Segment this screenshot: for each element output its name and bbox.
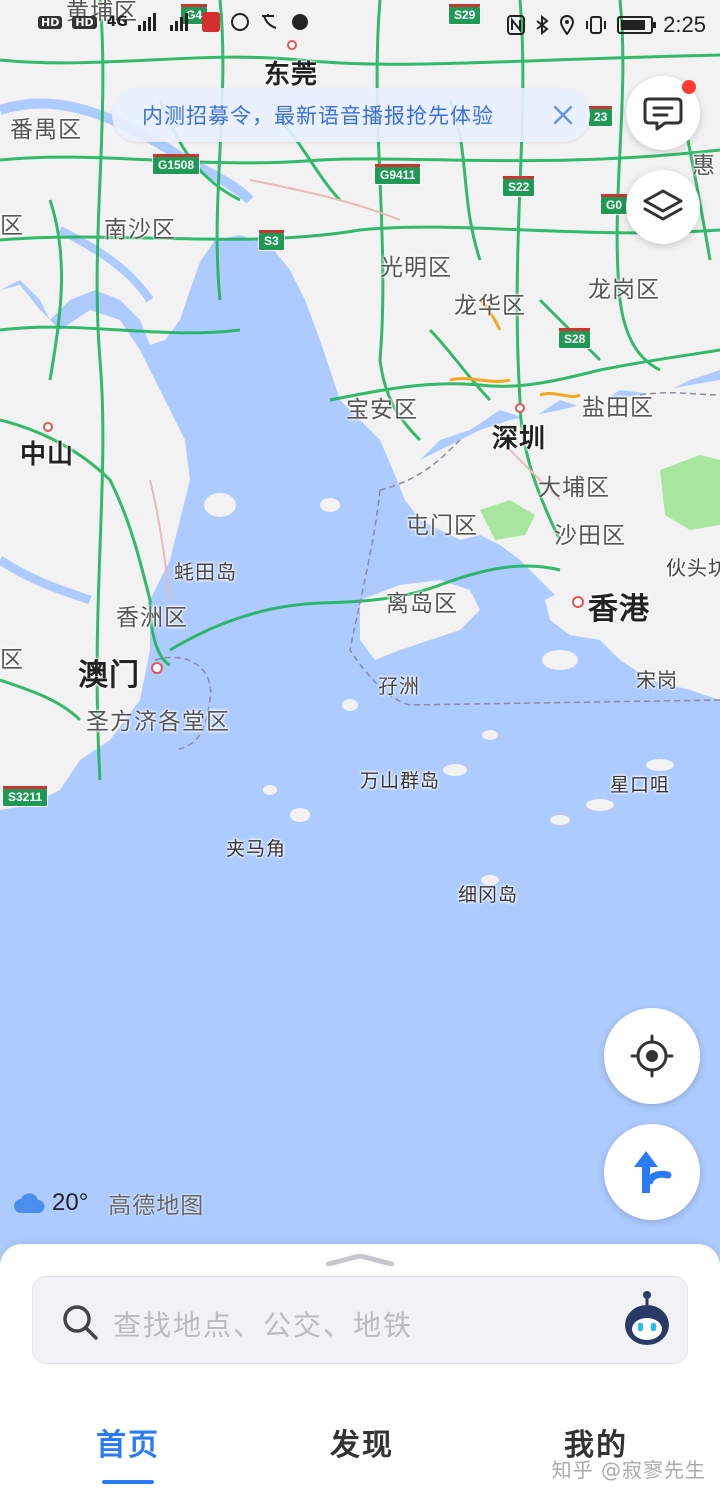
map-label-shengfang[interactable]: 圣方济各堂区 — [86, 702, 230, 736]
map-label-panyu[interactable]: 番禺区 — [10, 110, 82, 144]
map-label-tunmen[interactable]: 屯门区 — [406, 506, 478, 540]
close-icon[interactable] — [548, 100, 578, 130]
status-time: 2:25 — [663, 12, 706, 37]
search-icon — [63, 1305, 98, 1340]
map-label-wanshan[interactable]: 万山群岛 — [360, 766, 440, 793]
highway-shield-g1508: G1508 — [152, 154, 201, 175]
battery-icon — [617, 16, 657, 34]
map-label-shenzhen[interactable]: 深圳 — [492, 418, 546, 455]
map-label-hengqin[interactable]: 蚝田岛 — [174, 556, 237, 585]
map-brand-logo: 高德地图 — [108, 1193, 205, 1219]
tab-home[interactable]: 首页 — [96, 1420, 160, 1484]
tab-discover[interactable]: 发现 — [330, 1420, 394, 1464]
layers-button[interactable] — [626, 170, 700, 244]
map-label-dongguan[interactable]: 东莞 — [264, 54, 318, 91]
map-label-shatian[interactable]: 沙田区 — [554, 516, 626, 550]
bluetooth-icon — [536, 15, 549, 35]
locate-button[interactable] — [604, 1008, 700, 1104]
drag-handle[interactable] — [326, 1254, 394, 1266]
notice-banner[interactable]: 内测招募令，最新语音播报抢先体验 — [112, 88, 590, 142]
translate-icon — [261, 14, 277, 29]
map-label-hongkong[interactable]: 香港 — [588, 584, 650, 628]
map-label-zhongshan[interactable]: 中山 — [20, 434, 74, 471]
highway-shield-s3: S3 — [258, 230, 285, 251]
search-input[interactable]: 查找地点、公交、地铁 — [32, 1276, 688, 1364]
search-placeholder: 查找地点、公交、地铁 — [113, 1309, 414, 1342]
route-arrow-icon — [634, 1151, 672, 1193]
signal-icon-2 — [169, 13, 188, 31]
map-label-xiangzhou[interactable]: 香洲区 — [116, 598, 188, 632]
signal-icon — [137, 13, 156, 31]
map-label-youtou[interactable]: 伙头坊 — [666, 552, 720, 581]
status-bar-left: HD HD 4G — [38, 12, 310, 32]
notice-text: 内测招募令，最新语音播报抢先体验 — [142, 104, 494, 128]
map-label-hui[interactable]: 惠 — [692, 146, 716, 180]
map-label-nansha[interactable]: 南沙区 — [104, 210, 176, 244]
highway-shield-s22: S22 — [502, 176, 536, 197]
highway-shield-s3211: S3211 — [2, 786, 49, 807]
crosshair-icon — [630, 1034, 674, 1078]
map-label-longhua[interactable]: 龙华区 — [454, 286, 526, 320]
highway-shield-g9411: G9411 — [374, 164, 422, 185]
network-label: 4G — [106, 14, 128, 30]
map-label-jiama[interactable]: 夹马角 — [226, 834, 286, 861]
cloud-icon — [14, 1193, 45, 1213]
map-label-xigang[interactable]: 细冈岛 — [458, 880, 518, 907]
highway-shield-s28: S28 — [558, 328, 592, 349]
chat-bubble-icon — [643, 97, 683, 131]
map-label-longgang[interactable]: 龙岗区 — [588, 270, 660, 304]
nfc-icon — [507, 15, 526, 35]
weather-widget[interactable]: 20° 高德地图 — [12, 1186, 204, 1220]
map-label-zaizhou[interactable]: 孖洲 — [378, 670, 420, 699]
highway-shield-g0: G0 — [600, 194, 629, 215]
navigation-button[interactable] — [604, 1124, 700, 1220]
notification-dot — [682, 80, 696, 94]
weather-temperature: 20° — [52, 1189, 89, 1216]
location-icon — [560, 15, 575, 35]
map-label-xingkou[interactable]: 星口咀 — [610, 770, 670, 797]
map-label-macau[interactable]: 澳门 — [78, 650, 140, 694]
wechat-icon — [230, 13, 249, 31]
bottom-sheet[interactable]: 查找地点、公交、地铁 — [0, 1244, 720, 1396]
map-label-guangming[interactable]: 光明区 — [380, 248, 452, 282]
map-label-baoan[interactable]: 宝安区 — [346, 390, 418, 424]
status-bar-right: 2:25 — [507, 12, 706, 38]
map-label-lidao[interactable]: 离岛区 — [386, 584, 458, 618]
status-bar: HD HD 4G 2:25 — [0, 0, 720, 52]
vibrate-icon — [586, 16, 607, 34]
voice-assistant-icon[interactable] — [621, 1289, 673, 1349]
recording-icon — [201, 12, 220, 32]
hd-badge-2: HD — [72, 15, 97, 29]
feedback-button[interactable] — [626, 76, 700, 150]
hd-badge: HD — [38, 15, 63, 29]
highway-shield-23: 23 — [588, 106, 614, 127]
bottom-tab-bar: 首页 发现 我的 知乎 @寂寥先生 — [0, 1396, 720, 1496]
watermark: 知乎 @寂寥先生 — [551, 1458, 706, 1482]
map-label-qu-left[interactable]: 区 — [0, 206, 24, 240]
app-icon — [291, 14, 308, 30]
map-label-qu-left2[interactable]: 区 — [0, 640, 24, 674]
map-label-dapu[interactable]: 大埔区 — [538, 468, 610, 502]
map-label-songgang[interactable]: 宋岗 — [636, 664, 678, 693]
layers-icon — [643, 189, 683, 221]
map-label-yantian[interactable]: 盐田区 — [582, 388, 654, 422]
